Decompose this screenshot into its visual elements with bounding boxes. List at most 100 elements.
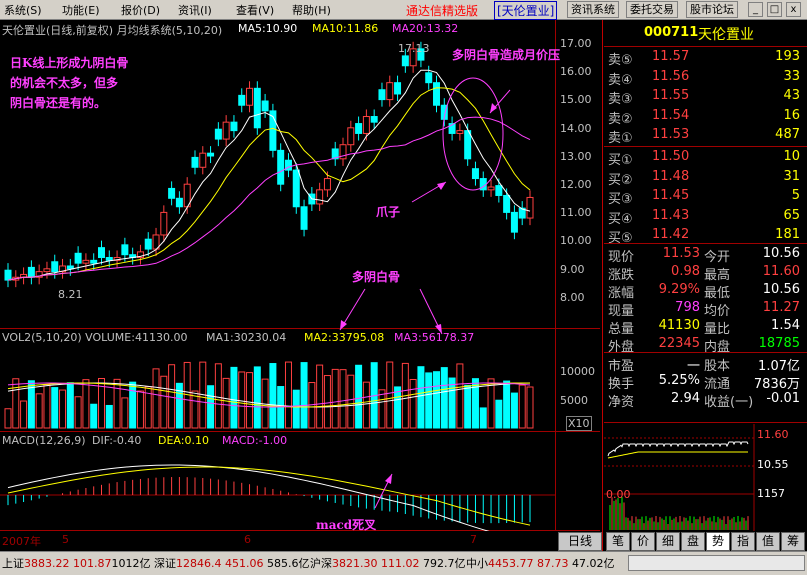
mini-chart-mid: 10.55: [757, 458, 789, 471]
forum-button[interactable]: 股市论坛: [686, 1, 738, 18]
volume-bar: [316, 364, 324, 429]
ask-row[interactable]: 卖⑤ 11.57 193: [608, 48, 804, 68]
stat-value: 11.60: [762, 264, 800, 279]
ask-volume: 487: [775, 127, 800, 142]
chart-title: 天伦置业(日线,前复权) 月均线系统(5,10,20): [2, 24, 223, 37]
stat-label: 涨幅: [608, 286, 635, 301]
ask-price: 11.56: [652, 68, 690, 84]
stat-value: -0.01: [766, 391, 800, 406]
volume-bar: [51, 387, 59, 429]
candle-body: [230, 121, 238, 132]
tab-5[interactable]: 指: [731, 532, 755, 551]
tab-6[interactable]: 值: [756, 532, 780, 551]
tab-1[interactable]: 价: [631, 532, 655, 551]
ask-label: 卖②: [608, 111, 633, 127]
volume-scale-x10: X10: [566, 416, 592, 431]
price-axis-label: 14.00: [560, 121, 592, 135]
status-bar: 上证3883.22 101.871012亿 深证12846.4 451.06 5…: [0, 551, 807, 575]
stat-label: 市盈: [608, 359, 635, 374]
date-month-5: 5: [62, 533, 69, 546]
candle-body: [191, 156, 199, 168]
divider-bid-stats: [604, 243, 807, 244]
volume-bars: [4, 361, 534, 429]
index-hushen[interactable]: 沪深3821.30 111.02 792.7亿: [310, 555, 466, 571]
volume-bar: [152, 368, 160, 429]
candle-body: [456, 130, 464, 134]
tab-0[interactable]: 笔: [606, 532, 630, 551]
volume-bar: [90, 403, 98, 429]
ask-row[interactable]: 卖③ 11.55 43: [608, 87, 804, 107]
ask-row[interactable]: 卖① 11.53 487: [608, 126, 804, 146]
ask-row[interactable]: 卖② 11.54 16: [608, 107, 804, 127]
volume-bar: [253, 366, 261, 429]
stat-value: 11.53: [662, 246, 700, 261]
stat-label: 均价: [704, 304, 731, 319]
candle-body: [51, 261, 59, 273]
stat-label: 现量: [608, 304, 635, 319]
bid-row[interactable]: 买② 11.48 31: [608, 168, 804, 188]
stat-label: 最低: [704, 286, 731, 301]
stat-label: 收益(一): [704, 395, 754, 410]
index-shanghai[interactable]: 上证3883.22 101.871012亿: [2, 555, 151, 571]
candle-body: [160, 211, 168, 236]
candle-body: [323, 178, 331, 191]
volume-bar: [136, 390, 144, 429]
bid-price: 11.42: [652, 227, 690, 242]
ask-label: 卖④: [608, 72, 633, 88]
bid-price: 11.48: [652, 168, 690, 184]
bid-row[interactable]: 买③ 11.45 5: [608, 187, 804, 207]
volume-bar: [456, 363, 464, 429]
tab-4[interactable]: 势: [706, 532, 730, 551]
price-axis-label: 13.00: [560, 149, 592, 163]
annotation-shapes: [339, 77, 511, 509]
candle-body: [27, 266, 35, 278]
index-smallcap[interactable]: 中小4453.77 87.73 47.02亿: [466, 555, 615, 571]
stat-value: 1.54: [771, 318, 800, 333]
tab-2[interactable]: 细: [656, 532, 680, 551]
ma5-label: MA5:10.90: [238, 22, 298, 35]
ask-label: 卖⑤: [608, 53, 633, 68]
ma10-label: MA10:11.86: [312, 22, 379, 35]
stat-value: 9.29%: [658, 282, 700, 297]
volume-bar: [292, 389, 300, 429]
candle-body: [261, 100, 269, 112]
annotation-top-right: 多阴白骨造成月价压: [452, 48, 561, 62]
annotation-arrowhead-macd: [385, 474, 392, 484]
candle-body: [199, 152, 207, 168]
stat-value: 0.98: [671, 264, 700, 279]
price-axis-label: 10.00: [560, 234, 592, 248]
stat-label: 流通: [704, 377, 731, 392]
annotation-top-left-1: 日K线上形成九阴白骨: [10, 56, 129, 70]
volume-bar: [362, 381, 370, 429]
bid-row[interactable]: 买④ 11.43 65: [608, 207, 804, 227]
quote-header: 000711 天伦置业: [606, 22, 806, 44]
maximize-icon[interactable]: □: [767, 2, 782, 17]
close-icon[interactable]: x: [786, 2, 801, 17]
candle-body: [471, 168, 479, 180]
index-shenzhen[interactable]: 深证12846.4 451.06 585.6亿: [154, 555, 310, 571]
bid-row[interactable]: 买① 11.50 10: [608, 148, 804, 168]
volume-bar: [471, 378, 479, 429]
volume-bar: [510, 392, 518, 429]
volume-bar: [409, 378, 417, 429]
tab-daily[interactable]: 日线: [558, 532, 602, 551]
volume-bar: [464, 384, 472, 429]
bid-volume: 5: [791, 188, 800, 203]
volume-bar: [129, 381, 137, 429]
stat-row: 涨幅 9.29% 最低 10.56: [608, 282, 804, 301]
volume-bar: [168, 364, 176, 429]
candle-body: [66, 265, 74, 270]
stat-value: 10.56: [762, 246, 800, 261]
volume-bar: [105, 404, 113, 429]
candle-body: [316, 189, 324, 205]
trade-button[interactable]: 委托交易: [626, 1, 678, 18]
ask-row[interactable]: 卖④ 11.56 33: [608, 68, 804, 88]
stat-value: 7836万: [753, 377, 800, 392]
tab-7[interactable]: 筹: [781, 532, 805, 551]
minimize-icon[interactable]: _: [748, 2, 763, 17]
volume-bar: [425, 372, 433, 429]
stock-name: 天伦置业: [698, 27, 754, 43]
stat-label: 涨跌: [608, 268, 635, 283]
bid-label: 买③: [608, 192, 633, 207]
tab-3[interactable]: 盘: [681, 532, 705, 551]
